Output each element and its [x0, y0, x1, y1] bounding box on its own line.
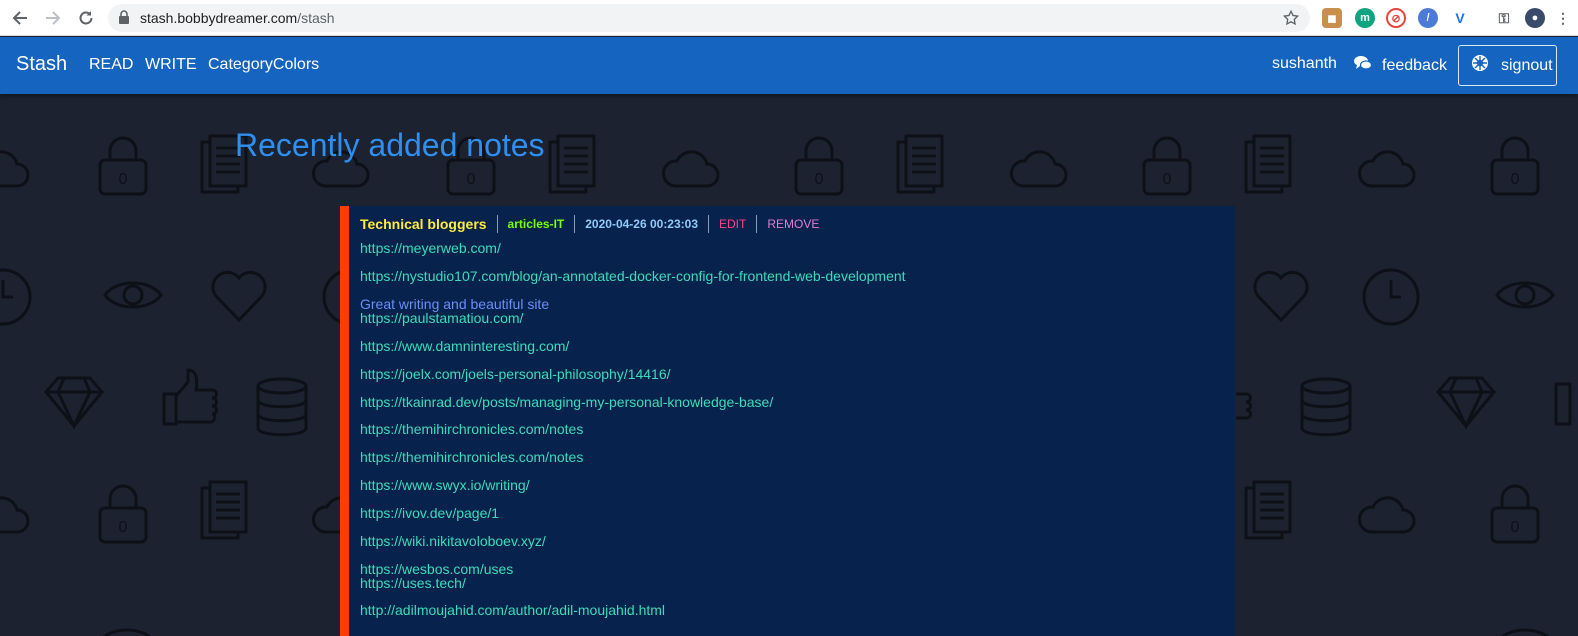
bookmark-star-icon[interactable]: [1282, 9, 1300, 32]
note-link[interactable]: https://paulstamatiou.com/: [360, 310, 523, 326]
thumbs-up-icon: [1236, 392, 1252, 420]
note-link[interactable]: https://uses.tech/: [360, 575, 466, 591]
nav-write[interactable]: WRITE: [145, 56, 197, 74]
avatar[interactable]: ●: [1525, 8, 1545, 28]
user-name[interactable]: sushanth: [1272, 55, 1337, 73]
nav-read[interactable]: READ: [89, 56, 133, 74]
svg-text:0: 0: [1511, 171, 1520, 188]
lock-icon: 0: [794, 136, 844, 196]
note-header: Technical bloggers articles-IT 2020-04-2…: [360, 214, 819, 234]
signout-button[interactable]: signout: [1458, 45, 1557, 86]
extension-m-icon[interactable]: m: [1355, 8, 1375, 28]
edit-button[interactable]: EDIT: [719, 217, 746, 231]
eye-icon: [102, 628, 152, 636]
note-card: Technical bloggers articles-IT 2020-04-2…: [340, 206, 1235, 636]
lock-icon: 0: [1490, 136, 1540, 196]
document-icon: [1244, 480, 1292, 540]
note-link[interactable]: http://adilmoujahid.com/author/adil-mouj…: [360, 602, 665, 618]
lock-icon: 0: [1490, 484, 1540, 544]
feedback-label: feedback: [1382, 56, 1447, 74]
forward-arrow-icon[interactable]: [41, 6, 65, 30]
document-icon: [548, 134, 596, 194]
extension-target-icon[interactable]: ⊘: [1386, 8, 1406, 28]
heart-icon: [1253, 270, 1309, 323]
cloud-icon: [662, 150, 720, 188]
divider: [756, 215, 758, 233]
cloud-icon: [1358, 150, 1416, 188]
note-category[interactable]: articles-IT: [508, 217, 565, 231]
note-link[interactable]: https://www.damninteresting.com/: [360, 338, 569, 354]
note-link[interactable]: https://joelx.com/joels-personal-philoso…: [360, 366, 671, 382]
cloud-icon: [0, 150, 30, 188]
svg-text:0: 0: [119, 519, 128, 536]
clock-icon: [0, 268, 32, 326]
eye-icon: [103, 281, 163, 309]
divider: [708, 215, 710, 233]
cloud-icon: [1010, 150, 1068, 188]
lock-icon: [118, 10, 130, 30]
eye-icon: [1495, 281, 1555, 309]
diamond-icon: [1436, 376, 1496, 430]
lock-icon: 0: [98, 484, 148, 544]
database-icon: [1300, 377, 1352, 437]
extension-v-icon[interactable]: V: [1450, 8, 1470, 28]
document-icon: [1244, 134, 1292, 194]
note-link[interactable]: https://nystudio107.com/blog/an-annotate…: [360, 268, 906, 284]
heart-icon: [211, 270, 267, 323]
brand[interactable]: Stash: [16, 53, 67, 76]
back-arrow-icon[interactable]: [8, 6, 32, 30]
browser-toolbar: stash.bobbydreamer.com/stash ◼ m ⊘ / V ⚿…: [0, 0, 1578, 36]
note-link[interactable]: https://tkainrad.dev/posts/managing-my-p…: [360, 394, 773, 410]
note-datetime: 2020-04-26 00:23:03: [585, 217, 699, 231]
note-link[interactable]: https://meyerweb.com/: [360, 240, 501, 256]
address-bar[interactable]: stash.bobbydreamer.com/stash: [108, 4, 1310, 32]
remove-button[interactable]: REMOVE: [767, 217, 819, 231]
chat-bubbles-icon: [1354, 55, 1373, 76]
clock-icon: [1362, 268, 1420, 326]
thumbs-up-icon: [1554, 382, 1572, 426]
nav-category-colors[interactable]: CategoryColors: [208, 56, 319, 74]
extension-circle-icon[interactable]: /: [1418, 8, 1438, 28]
url-text: stash.bobbydreamer.com/stash: [140, 10, 335, 26]
note-link[interactable]: https://themihirchronicles.com/notes: [360, 421, 583, 437]
document-icon: [200, 480, 248, 540]
svg-text:0: 0: [1511, 519, 1520, 536]
lock-icon: 0: [98, 136, 148, 196]
svg-text:0: 0: [1163, 171, 1172, 188]
database-icon: [256, 377, 308, 437]
page-title: Recently added notes: [235, 127, 545, 163]
lock-icon: 0: [1142, 136, 1192, 196]
eye-icon: [1500, 628, 1550, 636]
diamond-icon: [44, 376, 104, 430]
reload-icon[interactable]: [74, 6, 98, 30]
signout-icon: [1471, 54, 1489, 77]
note-link[interactable]: https://themihirchronicles.com/notes: [360, 449, 583, 465]
thumbs-up-icon: [162, 368, 218, 426]
signout-label: signout: [1501, 56, 1553, 74]
divider: [496, 215, 498, 233]
menu-kebab-icon[interactable]: ⋮: [1556, 8, 1570, 28]
note-link[interactable]: https://www.swyx.io/writing/: [360, 477, 530, 493]
app-bar: Stash READ WRITE CategoryColors sushanth…: [0, 37, 1578, 94]
key-icon[interactable]: ⚿: [1494, 8, 1514, 28]
cloud-icon: [0, 496, 30, 534]
svg-text:0: 0: [467, 171, 476, 188]
note-title: Technical bloggers: [360, 216, 487, 232]
svg-text:0: 0: [119, 171, 128, 188]
divider: [574, 215, 576, 233]
svg-text:0: 0: [815, 171, 824, 188]
cloud-icon: [1358, 496, 1416, 534]
extension-face-icon[interactable]: ◼: [1322, 8, 1342, 28]
document-icon: [896, 134, 944, 194]
note-link[interactable]: https://wiki.nikitavoloboev.xyz/: [360, 533, 546, 549]
note-link[interactable]: https://ivov.dev/page/1: [360, 505, 499, 521]
feedback-link[interactable]: feedback: [1354, 55, 1447, 76]
